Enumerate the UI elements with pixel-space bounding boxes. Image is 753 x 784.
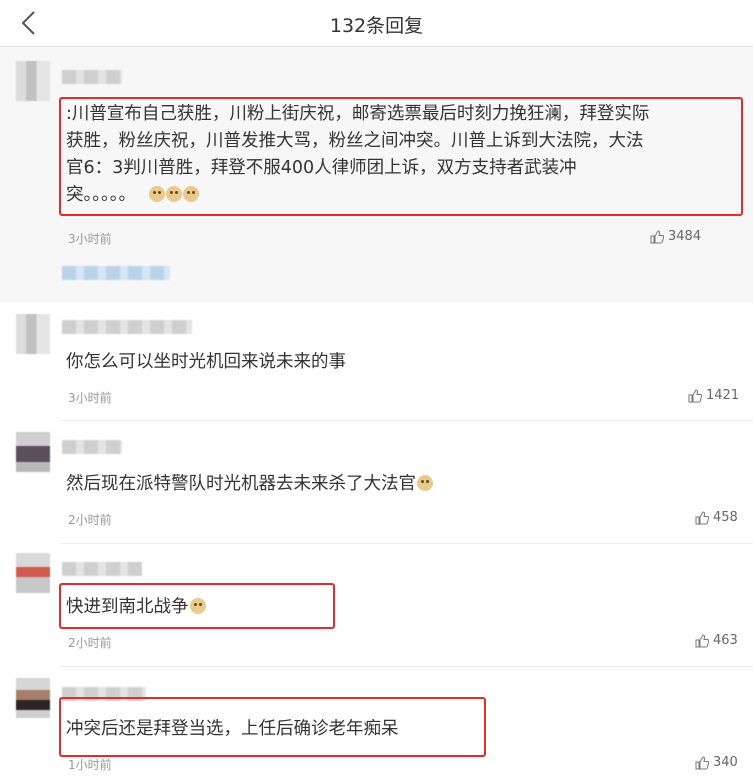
avatar[interactable] bbox=[16, 553, 50, 593]
like-count: 1421 bbox=[706, 388, 740, 403]
like-button[interactable]: 458 bbox=[695, 510, 738, 525]
thumbs-up-icon bbox=[650, 229, 664, 243]
doge-emoji-icon bbox=[417, 475, 433, 491]
page-title: 132条回复 bbox=[329, 15, 424, 37]
comment-time: 2小时前 bbox=[68, 636, 112, 650]
highlight-box bbox=[59, 583, 335, 629]
comment-text: 然后现在派特警队时光机器去未来杀了大法官 bbox=[66, 474, 416, 494]
divider bbox=[60, 543, 753, 544]
comment-text-row: 然后现在派特警队时光机器去未来杀了大法官 bbox=[66, 471, 433, 498]
like-count: 458 bbox=[713, 510, 738, 525]
avatar[interactable] bbox=[16, 61, 50, 101]
like-button[interactable]: 3484 bbox=[650, 229, 701, 244]
comment-time: 1小时前 bbox=[68, 758, 112, 772]
divider bbox=[60, 420, 753, 421]
like-button[interactable]: 463 bbox=[695, 633, 738, 648]
avatar[interactable] bbox=[16, 314, 50, 354]
like-count: 340 bbox=[713, 755, 738, 770]
avatar[interactable] bbox=[16, 432, 50, 472]
more-replies-link[interactable] bbox=[62, 266, 170, 280]
like-button[interactable]: 340 bbox=[695, 755, 738, 770]
username[interactable] bbox=[62, 70, 122, 84]
like-count: 463 bbox=[713, 633, 738, 648]
header-bar: 132条回复 bbox=[0, 0, 753, 47]
comment-text: 你怎么可以坐时光机回来说未来的事 bbox=[66, 352, 346, 372]
avatar[interactable] bbox=[16, 678, 50, 718]
thumbs-up-icon bbox=[695, 633, 709, 647]
comment-time: 3小时前 bbox=[68, 232, 112, 246]
like-button[interactable]: 1421 bbox=[688, 388, 739, 403]
divider bbox=[60, 666, 753, 667]
like-count: 3484 bbox=[668, 229, 702, 244]
highlight-box bbox=[59, 97, 743, 216]
username[interactable] bbox=[62, 562, 142, 576]
highlight-box bbox=[59, 697, 486, 757]
username[interactable] bbox=[62, 320, 192, 334]
username[interactable] bbox=[62, 440, 122, 454]
comment-time: 3小时前 bbox=[68, 391, 112, 405]
thumbs-up-icon bbox=[695, 755, 709, 769]
comment-time: 2小时前 bbox=[68, 513, 112, 527]
thumbs-up-icon bbox=[695, 510, 709, 524]
thumbs-up-icon bbox=[688, 388, 702, 402]
